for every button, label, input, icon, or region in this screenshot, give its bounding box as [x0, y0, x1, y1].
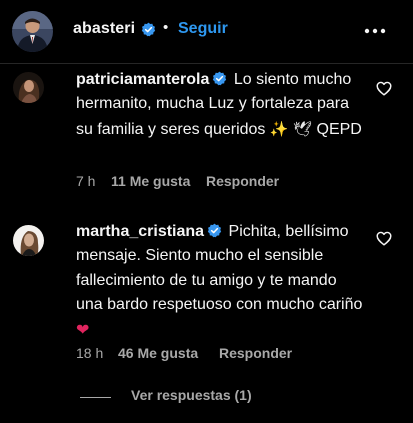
comment-text: patriciamanterola Lo siento mucho herman…	[76, 68, 366, 142]
comment-likes[interactable]: 11 Me gusta	[111, 173, 190, 189]
reply-button[interactable]: Responder	[219, 345, 292, 361]
dove-emoji: 🕊	[293, 119, 313, 138]
view-replies-button[interactable]: Ver respuestas (1)	[80, 387, 380, 407]
commenter-avatar[interactable]	[13, 225, 44, 256]
comment-username[interactable]: patriciamanterola	[76, 71, 209, 88]
separator-dot: •	[163, 19, 169, 36]
comment-body-end: QEPD	[316, 120, 362, 138]
comment-item: martha_cristiana Pichita, bellísimo mens…	[0, 212, 413, 372]
comment-time: 18 h	[76, 345, 104, 361]
profile-avatar-icon	[12, 11, 53, 52]
author-username[interactable]: abasteri	[73, 20, 135, 38]
red-heart-emoji: ❤	[76, 319, 90, 339]
author-avatar[interactable]	[12, 11, 53, 52]
profile-avatar-icon	[13, 225, 44, 256]
like-heart-icon[interactable]	[376, 81, 392, 96]
replies-divider-line	[80, 397, 111, 398]
like-heart-icon[interactable]	[376, 231, 392, 246]
sparkles-emoji: ✨	[269, 119, 289, 138]
profile-avatar-icon	[13, 72, 44, 103]
follow-button[interactable]: Seguir	[178, 20, 228, 38]
reply-button[interactable]: Responder	[206, 173, 279, 189]
comment-username[interactable]: martha_cristiana	[76, 223, 204, 240]
comment-text: martha_cristiana Pichita, bellísimo mens…	[76, 220, 366, 343]
comment-item: patriciamanterola Lo siento mucho herman…	[0, 64, 413, 204]
view-replies-label[interactable]: Ver respuestas (1)	[131, 387, 252, 403]
verified-badge-icon	[141, 22, 156, 37]
verified-badge-icon	[207, 223, 222, 238]
verified-badge-icon	[213, 71, 227, 86]
commenter-avatar[interactable]	[13, 72, 44, 103]
comment-time: 7 h	[76, 173, 96, 189]
more-options-icon[interactable]	[362, 22, 388, 40]
comment-likes[interactable]: 46 Me gusta	[118, 345, 198, 361]
post-header: abasteri • Seguir	[0, 0, 413, 64]
